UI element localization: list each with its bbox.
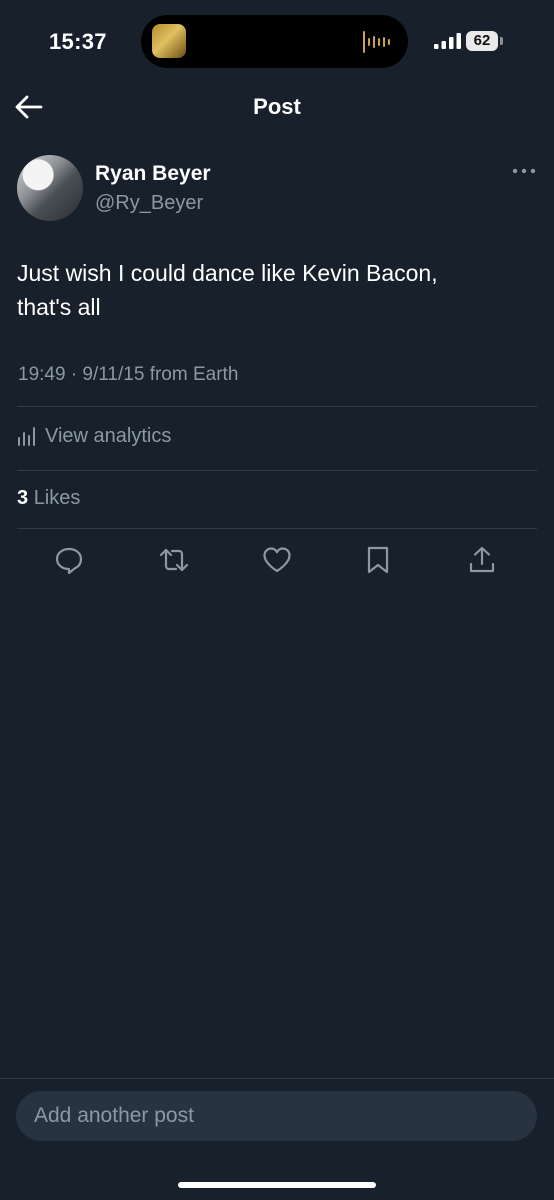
likes-label: Likes	[33, 487, 81, 509]
author-name[interactable]: Ryan Beyer	[95, 162, 211, 186]
divider	[17, 406, 537, 407]
divider	[17, 470, 537, 471]
battery-level: 62	[466, 31, 498, 51]
composer-divider	[0, 1078, 554, 1079]
audio-waveform-icon	[363, 31, 390, 53]
likes-count: 3	[17, 487, 29, 509]
status-bar: 15:37 62	[0, 0, 554, 84]
author-handle[interactable]: @Ry_Beyer	[95, 192, 203, 215]
post-actions	[0, 544, 554, 580]
battery-tip	[500, 37, 503, 45]
post-text-line: Just wish I could dance like Kevin Bacon…	[17, 260, 438, 286]
page-title: Post	[253, 94, 301, 119]
dynamic-island[interactable]	[141, 15, 408, 68]
status-time: 15:37	[49, 29, 107, 54]
view-analytics-label: View analytics	[45, 424, 172, 447]
reply-icon[interactable]	[53, 544, 85, 576]
top-bar: Post	[0, 84, 554, 132]
post-timestamp: 19:49 · 9/11/15 from Earth	[18, 364, 239, 385]
post-text-line: that's all	[17, 294, 101, 320]
view-analytics-link[interactable]: View analytics	[17, 420, 171, 452]
add-another-post-input[interactable]: Add another post	[16, 1091, 537, 1141]
likes-summary[interactable]: 3 Likes	[17, 487, 80, 510]
now-playing-artwork	[152, 24, 186, 58]
post-author: Ryan Beyer @Ry_Beyer	[17, 155, 537, 225]
bookmark-icon[interactable]	[362, 544, 394, 576]
divider	[17, 528, 537, 529]
share-icon[interactable]	[466, 544, 498, 576]
bar-chart-icon	[18, 427, 35, 446]
more-icon[interactable]	[511, 166, 537, 176]
cellular-signal-icon	[434, 33, 461, 49]
repost-icon[interactable]	[158, 544, 190, 576]
heart-icon[interactable]	[261, 544, 293, 576]
home-indicator[interactable]	[178, 1182, 376, 1188]
avatar[interactable]	[17, 155, 83, 221]
post-text: Just wish I could dance like Kevin Bacon…	[17, 256, 537, 324]
